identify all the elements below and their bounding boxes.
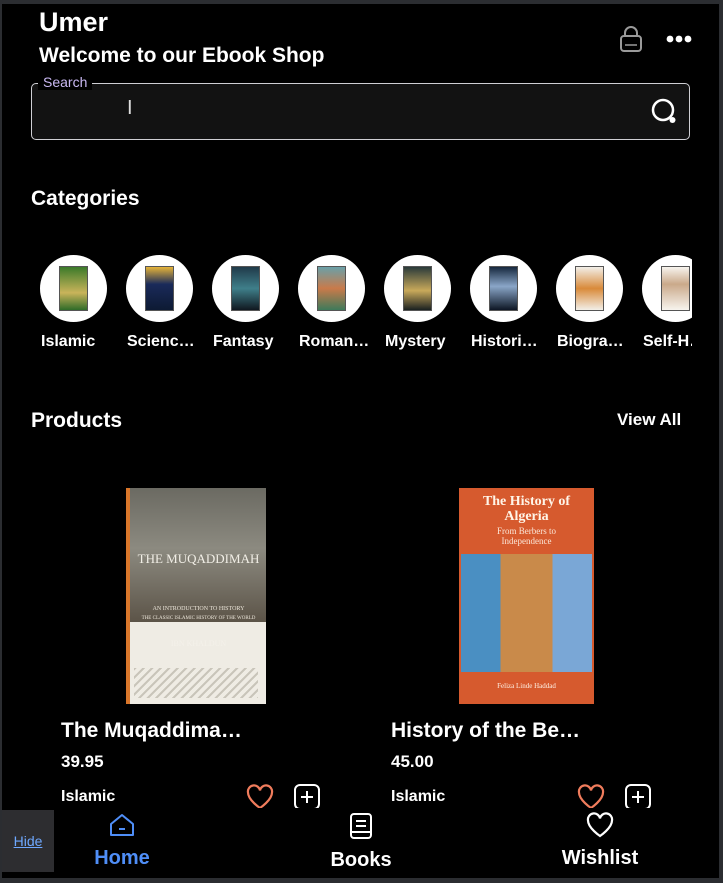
category-label: Fantasy: [213, 333, 274, 350]
cover-title: THE MUQADDIMAH: [137, 551, 260, 566]
cover-author: Feliza Linde Haddad: [497, 682, 556, 690]
category-item[interactable]: Roman…: [298, 255, 369, 350]
category-image: [40, 255, 107, 322]
product-title[interactable]: The Muqaddima…: [61, 719, 242, 743]
category-label: Islamic: [41, 333, 96, 350]
search-icon[interactable]: [649, 96, 681, 128]
category-image: [384, 255, 451, 322]
category-label: Histori…: [471, 333, 538, 350]
search-field[interactable]: I: [31, 83, 690, 140]
category-image: [126, 255, 193, 322]
category-label: Scienc…: [127, 333, 195, 350]
category-label: Roman…: [299, 333, 370, 350]
search-label: Search: [38, 74, 93, 90]
heart-icon: [586, 812, 614, 838]
category-item[interactable]: Scienc…: [126, 255, 196, 350]
cover-author: IBN KHALDUN: [170, 639, 227, 648]
cover-subtitle: AN INTRODUCTION TO HISTORY: [152, 606, 245, 612]
user-name: Umer: [39, 7, 109, 37]
heart-icon[interactable]: [577, 784, 605, 810]
category-image: [556, 255, 623, 322]
hide-link[interactable]: Hide: [14, 833, 43, 849]
category-item[interactable]: Islamic: [40, 255, 110, 350]
product-price: 39.95: [61, 752, 104, 771]
category-image: [642, 255, 692, 322]
book-icon: [350, 813, 372, 839]
category-item[interactable]: Biogra…: [556, 255, 626, 350]
categories-title: Categories: [31, 187, 140, 210]
category-image: [470, 255, 537, 322]
lock-icon[interactable]: [618, 24, 644, 54]
cover-pattern: [134, 668, 258, 698]
nav-home[interactable]: Home: [52, 812, 192, 870]
welcome-subtitle: Welcome to our Ebook Shop: [39, 44, 325, 67]
app-screen: Umer Welcome to our Ebook Shop I Search …: [2, 4, 719, 878]
categories-list: Islamic Scienc… Fantasy Roman… Mystery H…: [40, 255, 692, 360]
add-to-cart-icon[interactable]: [293, 783, 321, 811]
product-price: 45.00: [391, 752, 434, 771]
category-item[interactable]: Self-H…: [642, 255, 692, 350]
view-all-link[interactable]: View All: [617, 410, 681, 430]
text-cursor-icon: I: [127, 97, 133, 119]
nav-label: Books: [330, 849, 392, 871]
cover-collage: [461, 554, 592, 672]
cover-title: The History of Algeria: [482, 494, 571, 524]
cover-tagline: THE CLASSIC ISLAMIC HISTORY OF THE WORLD: [141, 616, 256, 621]
product-title[interactable]: History of the Be…: [391, 719, 580, 743]
category-image: [212, 255, 279, 322]
category-image: [298, 255, 365, 322]
category-label: Mystery: [385, 333, 446, 350]
cover-subtitle: From Berbers to Independence: [497, 526, 556, 546]
bottom-navigation: Home Books Wishlist: [2, 808, 719, 878]
search-input[interactable]: [44, 94, 648, 130]
home-icon: [110, 814, 134, 836]
product-category: Islamic: [61, 788, 116, 805]
nav-books[interactable]: Books: [291, 812, 431, 872]
nav-label: Home: [94, 847, 150, 869]
book-cover: THE MUQADDIMAH AN INTRODUCTION TO HISTOR…: [126, 488, 266, 704]
heart-icon[interactable]: [246, 784, 274, 810]
product-category: Islamic: [391, 788, 446, 805]
nav-wishlist[interactable]: Wishlist: [530, 812, 670, 870]
nav-label: Wishlist: [561, 847, 639, 869]
more-horizontal-icon[interactable]: [664, 29, 694, 49]
category-label: Biogra…: [557, 333, 624, 350]
category-item[interactable]: Fantasy: [212, 255, 282, 350]
products-title: Products: [31, 409, 123, 432]
book-cover: The History of Algeria From Berbers to I…: [459, 488, 594, 704]
category-item[interactable]: Histori…: [470, 255, 540, 350]
category-label: Self-H…: [643, 333, 692, 350]
add-to-cart-icon[interactable]: [624, 783, 652, 811]
category-item[interactable]: Mystery: [384, 255, 454, 350]
hide-button[interactable]: Hide: [2, 810, 54, 872]
